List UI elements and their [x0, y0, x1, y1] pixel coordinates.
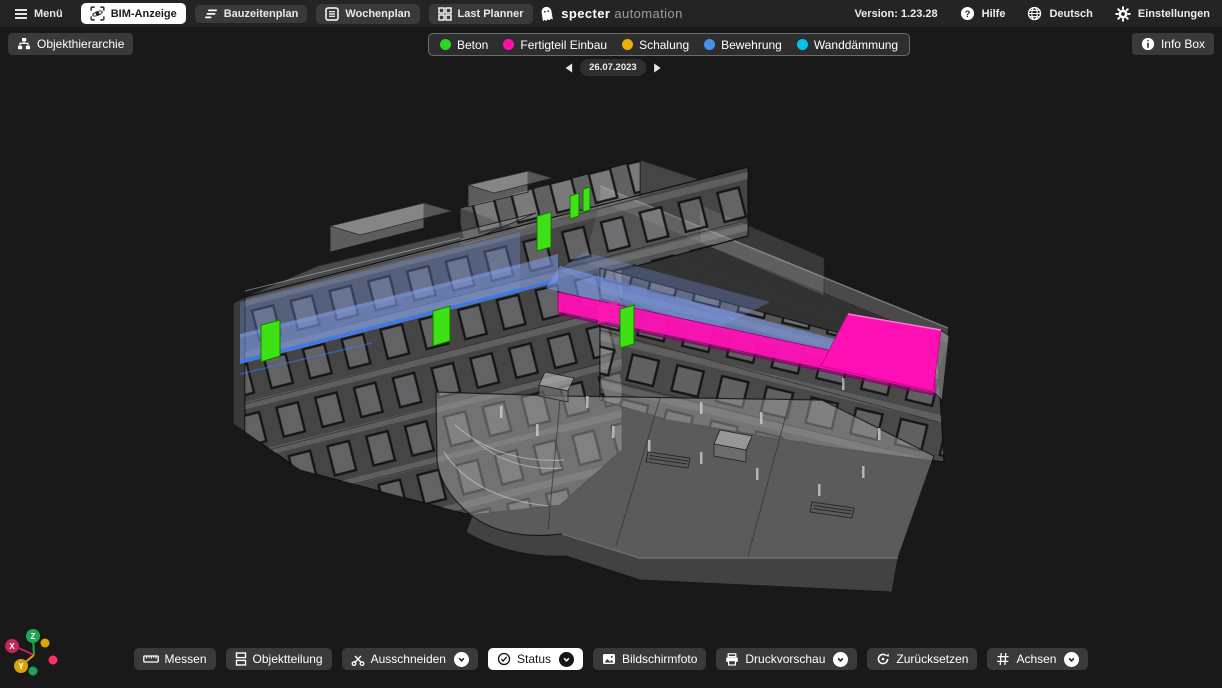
legend-label: Bewehrung	[721, 38, 782, 52]
button-label: Druckvorschau	[745, 652, 825, 666]
gizmo-z-label: Z	[31, 632, 36, 641]
previous-day-button[interactable]	[565, 63, 573, 73]
tab-label: Last Planner	[458, 8, 524, 20]
info-box-label: Info Box	[1161, 37, 1205, 51]
cut-dropdown-button[interactable]	[454, 652, 469, 667]
main-menu-button[interactable]: Menü	[12, 5, 72, 23]
tab-wochenplan[interactable]: Wochenplan	[316, 4, 419, 24]
status-button[interactable]: Status	[488, 648, 583, 670]
info-box-button[interactable]: Info Box	[1132, 33, 1214, 55]
button-label: Messen	[165, 652, 207, 666]
axes-button[interactable]: Achsen	[987, 648, 1088, 670]
version-text: Version: 1.23.28	[854, 8, 937, 20]
legend-label: Beton	[457, 38, 488, 52]
legend-label: Wanddämmung	[814, 38, 898, 52]
hamburger-icon	[14, 8, 28, 20]
button-label: Objektteilung	[253, 652, 323, 666]
hierarchy-icon	[17, 37, 31, 51]
help-icon: ?	[960, 6, 975, 21]
screenshot-button[interactable]: Bildschirmfoto	[593, 648, 706, 670]
settings-button[interactable]: Einstellungen	[1115, 6, 1210, 22]
button-label: Ausschneiden	[371, 652, 446, 666]
print-preview-dropdown-button[interactable]	[833, 652, 848, 667]
brand-logo: specter automation	[539, 0, 682, 27]
status-dropdown-button[interactable]	[559, 652, 574, 667]
settings-label: Einstellungen	[1138, 8, 1210, 20]
next-day-button[interactable]	[653, 63, 661, 73]
tab-label: Wochenplan	[345, 8, 410, 20]
ruler-icon	[143, 654, 159, 664]
beton-color-dot	[440, 39, 451, 50]
globe-icon	[1027, 6, 1042, 21]
menu-label: Menü	[34, 8, 63, 20]
bottom-toolbar: Messen Objektteilung Ausschneiden Status	[0, 648, 1222, 670]
bim-viewport-canvas[interactable]	[0, 27, 1222, 688]
legend-item-bewehrung: Bewehrung	[704, 38, 782, 52]
fertigteil-color-dot	[503, 39, 514, 50]
chevron-down-icon	[456, 654, 467, 665]
status-check-icon	[497, 652, 511, 666]
object-split-button[interactable]: Objektteilung	[226, 648, 332, 670]
tab-last-planner[interactable]: Last Planner	[429, 4, 533, 24]
arrow-right-icon	[653, 63, 661, 73]
reset-button[interactable]: Zurücksetzen	[867, 648, 977, 670]
cut-button[interactable]: Ausschneiden	[342, 648, 478, 670]
wanddaemmung-color-dot	[797, 39, 808, 50]
brand-name: specter	[561, 6, 610, 21]
printer-icon	[725, 653, 739, 666]
ghost-icon	[539, 5, 554, 22]
grid-icon	[438, 7, 452, 21]
screenshot-icon	[602, 653, 616, 665]
arrow-left-icon	[565, 63, 573, 73]
info-icon	[1141, 37, 1155, 51]
language-label: Deutsch	[1049, 8, 1092, 20]
object-hierarchy-button[interactable]: Objekthierarchie	[8, 33, 133, 55]
chevron-down-icon	[561, 654, 572, 665]
gear-icon	[1115, 6, 1131, 22]
date-navigation: 26.07.2023	[565, 59, 661, 76]
button-label: Status	[517, 652, 551, 666]
help-button[interactable]: ? Hilfe	[960, 6, 1006, 21]
building-model	[233, 160, 949, 592]
legend-label: Fertigteil Einbau	[520, 38, 607, 52]
tab-bauzeitenplan[interactable]: Bauzeitenplan	[195, 5, 308, 23]
button-label: Zurücksetzen	[896, 652, 968, 666]
legend-item-schalung: Schalung	[622, 38, 689, 52]
help-label: Hilfe	[982, 8, 1006, 20]
chevron-down-icon	[1066, 654, 1077, 665]
language-button[interactable]: Deutsch	[1027, 6, 1092, 21]
button-label: Achsen	[1016, 652, 1056, 666]
svg-text:?: ?	[964, 9, 970, 19]
legend-label: Schalung	[639, 38, 689, 52]
button-label: Bildschirmfoto	[622, 652, 697, 666]
scissors-icon	[351, 652, 365, 666]
bim-view-icon	[90, 6, 105, 21]
current-date[interactable]: 26.07.2023	[580, 59, 646, 76]
top-bar: Menü BIM-Anzeige Bauzeitenplan Wochenpla…	[0, 0, 1222, 27]
status-legend: Beton Fertigteil Einbau Schalung Bewehru…	[428, 33, 910, 56]
legend-item-wanddaemmung: Wanddämmung	[797, 38, 898, 52]
chevron-down-icon	[835, 654, 846, 665]
schalung-color-dot	[622, 39, 633, 50]
axes-dropdown-button[interactable]	[1064, 652, 1079, 667]
split-object-icon	[235, 652, 247, 666]
reset-icon	[876, 652, 890, 666]
tab-label: Bauzeitenplan	[224, 8, 299, 20]
tab-bim-anzeige[interactable]: BIM-Anzeige	[81, 3, 186, 24]
tab-label: BIM-Anzeige	[111, 8, 177, 20]
legend-item-beton: Beton	[440, 38, 488, 52]
bewehrung-color-dot	[704, 39, 715, 50]
legend-item-fertigteil: Fertigteil Einbau	[503, 38, 607, 52]
print-preview-button[interactable]: Druckvorschau	[716, 648, 857, 670]
gantt-icon	[204, 8, 218, 20]
measure-button[interactable]: Messen	[134, 648, 216, 670]
axes-grid-icon	[996, 652, 1010, 666]
week-plan-icon	[325, 7, 339, 21]
object-hierarchy-label: Objekthierarchie	[37, 37, 124, 51]
brand-suffix: automation	[614, 6, 682, 21]
